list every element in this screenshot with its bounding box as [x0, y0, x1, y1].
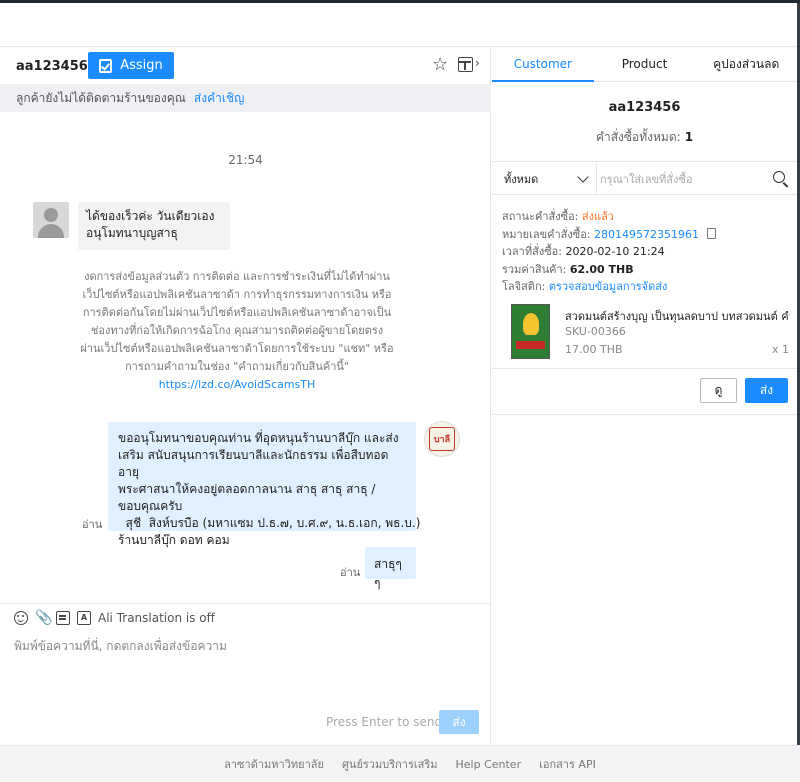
footer-link-help-center[interactable]: Help Center [456, 758, 522, 771]
order-count-value: 1 [684, 130, 694, 144]
notice-line: เว็ปไซต์หรือแอปพลิเคชันลาซาด้า การทำธุรก… [82, 288, 392, 301]
star-icon[interactable]: ☆ [432, 54, 448, 76]
translation-status[interactable]: Ali Translation is off [98, 611, 215, 625]
logistics-row: โลจิสติก: ตรวจสอบข้อมูลการจัดส่ง [502, 277, 667, 295]
chat-header: aa123456 Assign ☆ › [0, 48, 491, 84]
order-search-input[interactable] [600, 169, 765, 189]
logistics-label: โลจิสติก: [502, 280, 546, 293]
order-status-label: สถานะคำสั่งซื้อ: [502, 210, 579, 223]
notice-line: ช่องทางที่ก่อให้เกิดการฉ้อโกง คุณสามารถต… [90, 324, 384, 337]
order-count-label: คำสั่งซื้อทั้งหมด: [595, 130, 681, 144]
outgoing-message-line: เสริม สนับสนุนการเรียนบาลีและนักธรรม เพื… [118, 448, 389, 479]
chevron-down-icon [577, 170, 589, 183]
side-tabs: Customer Product คูปองส่วนลด [492, 48, 797, 82]
seller-logo: บาลี [429, 427, 455, 451]
outgoing-message-line: ขออนุโมทนาขอบคุณท่าน ที่อุดหนุนร้านบาลีบ… [118, 431, 399, 445]
outgoing-message-line: สุชี สิงห์บรบือ (มหาแซม ป.ธ.๗, บ.ศ.๙, น.… [118, 516, 421, 530]
filter-value: ทั้งหมด [504, 173, 539, 186]
product-quantity: x 1 [772, 343, 790, 356]
paperclip-icon[interactable]: 📎 [35, 611, 52, 625]
tab-coupon[interactable]: คูปองส่วนลด [695, 48, 797, 81]
invite-text: ลูกค้ายังไม่ได้ติดตามร้านของคุณ [16, 90, 186, 105]
read-receipt: อ่าน [82, 518, 103, 531]
incoming-message: ได้ของเร็วค่ะ วันเดียวเอง อนุโมทนาบุญสาธ… [78, 202, 230, 250]
order-count: คำสั่งซื้อทั้งหมด: 1 [492, 128, 797, 147]
compose-toolbar: 📎 A Ali Translation is off [14, 611, 215, 625]
search-icon[interactable] [773, 171, 785, 183]
divider [492, 194, 797, 195]
divider [492, 414, 797, 415]
assign-label: Assign [120, 58, 163, 73]
footer: ลาซาด้ามหาวิทยาลัย ศูนย์รวมบริการเสริม H… [0, 745, 800, 782]
outgoing-message-line: ร้านบาลีบุ๊ก ดอท คอม [118, 533, 230, 547]
product-image[interactable] [511, 304, 550, 359]
notice-line: ผ่านเว็ปไซต์หรือแอปพลิเคชันลาซาด้าโดยการ… [80, 342, 394, 355]
invite-bar: ลูกค้ายังไม่ได้ติดตามร้านของคุณ ส่งคำเชิ… [0, 84, 491, 112]
send-message-button[interactable]: ส่ง [439, 710, 479, 734]
compose-area: 📎 A Ali Translation is off Press Enter t… [0, 603, 491, 745]
assign-button[interactable]: Assign [88, 52, 174, 79]
product-sku: SKU-00366 [565, 325, 626, 338]
chat-panel: aa123456 Assign ☆ › ลูกค้ายังไม่ได้ติดตา… [0, 48, 491, 745]
product-price: 17.00 THB [565, 343, 623, 356]
outgoing-message: ขออนุโมทนาขอบคุณท่าน ที่อุดหนุนร้านบาลีบ… [108, 422, 421, 547]
layout-panel-icon[interactable] [458, 57, 473, 72]
order-number-row: หมายเลขคำสั่งซื้อ: 280149572351961 [502, 225, 716, 243]
notice-line: การถามคำถามในช่อง "คำถามเกี่ยวกับสินค้าน… [124, 360, 349, 373]
translate-icon[interactable]: A [77, 611, 91, 625]
divider [596, 164, 597, 194]
order-time-row: เวลาที่สั่งซื้อ: 2020-02-10 21:24 [502, 242, 665, 260]
outgoing-message-line: พระศาสนาให้คงอยู่ตลอดกาลนาน สาธุ สาธุ สา… [118, 482, 376, 496]
press-enter-hint: Press Enter to send [326, 715, 443, 729]
order-total-label: รวมค่าสินค้า: [502, 263, 567, 276]
notice-line: งดการส่งข้อมูลส่วนตัว การติดต่อ และการชำ… [84, 270, 390, 283]
incoming-message-line: อนุโมทนาบุญสาธุ [86, 226, 178, 240]
order-status-row: สถานะคำสั่งซื้อ: ส่งแล้ว [502, 207, 614, 225]
check-shipping-link[interactable]: ตรวจสอบข้อมูลการจัดส่ง [549, 280, 668, 293]
divider [492, 368, 797, 369]
outgoing-message-line: ขอบคุณครับ [118, 499, 183, 513]
divider [492, 161, 797, 162]
tab-product[interactable]: Product [594, 48, 696, 81]
order-total-value: 62.00 THB [569, 263, 634, 276]
message-input[interactable] [14, 636, 474, 656]
send-invite-link[interactable]: ส่งคำเชิญ [194, 89, 244, 108]
order-filter-select[interactable]: ทั้งหมด [504, 169, 589, 189]
send-order-button[interactable]: ส่ง [745, 378, 788, 403]
view-order-button[interactable]: ดู [700, 378, 737, 403]
chat-username: aa123456 [16, 59, 88, 74]
scam-warning-notice: งดการส่งข้อมูลส่วนตัว การติดต่อ และการชำ… [62, 268, 412, 394]
message-timestamp: 21:54 [228, 153, 263, 167]
seller-avatar: บาลี [424, 421, 460, 457]
footer-link-api-docs[interactable]: เอกสาร API [539, 755, 596, 773]
order-time-label: เวลาที่สั่งซื้อ: [502, 245, 562, 258]
quick-reply-icon[interactable] [56, 611, 70, 625]
top-bar [0, 3, 800, 47]
chevron-right-icon[interactable]: › [475, 56, 480, 70]
read-receipt: อ่าน [340, 566, 361, 579]
product-title[interactable]: สวดมนต์สร้างบุญ เป็นทุนลดบาป บทสวดมนต์ ค… [565, 307, 790, 325]
footer-link-lazada-university[interactable]: ลาซาด้ามหาวิทยาลัย [224, 755, 324, 773]
emoji-icon[interactable] [14, 611, 28, 625]
order-number-label: หมายเลขคำสั่งซื้อ: [502, 228, 591, 241]
customer-name: aa123456 [608, 100, 681, 115]
footer-link-service-market[interactable]: ศูนย์รวมบริการเสริม [342, 755, 438, 773]
copy-icon[interactable] [706, 228, 716, 239]
avoid-scams-link[interactable]: https://lzd.co/AvoidScamsTH [62, 376, 412, 394]
order-time-value: 2020-02-10 21:24 [565, 245, 665, 258]
customer-side-panel: Customer Product คูปองส่วนลด aa123456 คำ… [492, 48, 797, 745]
order-total-row: รวมค่าสินค้า: 62.00 THB [502, 260, 634, 278]
incoming-message-line: ได้ของเร็วค่ะ วันเดียวเอง [86, 209, 215, 223]
notice-line: การติดต่อกันโดยไม่ผ่านเว็ปไซต์หรือแอปพลิ… [82, 306, 392, 319]
order-status-value: ส่งแล้ว [581, 210, 614, 223]
order-number-link[interactable]: 280149572351961 [594, 228, 699, 241]
tab-customer[interactable]: Customer [492, 48, 594, 82]
outgoing-message: สาธุๆๆ [365, 547, 416, 590]
assign-clipboard-icon [99, 58, 113, 73]
customer-avatar [33, 202, 69, 238]
